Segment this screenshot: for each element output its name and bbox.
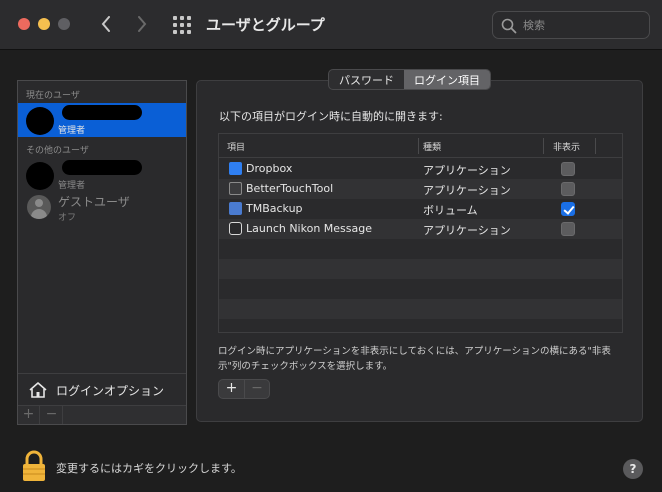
column-header-item[interactable]: 項目	[227, 140, 245, 153]
sidebar-item-current-user[interactable]: 管理者	[18, 103, 186, 137]
add-login-item-button[interactable]: +	[219, 380, 244, 398]
lock-message: 変更するにはカギをクリックします。	[56, 462, 242, 475]
user-role: 管理者	[58, 181, 86, 191]
guest-name: ゲストユーザ	[58, 195, 130, 209]
item-kind: ボリューム	[423, 204, 478, 217]
table-row[interactable]: BetterTouchTool アプリケーション	[219, 179, 622, 199]
column-header-kind[interactable]: 種類	[423, 140, 441, 153]
login-options-label: ログインオプション	[56, 384, 165, 398]
remove-user-button[interactable]: −	[41, 406, 63, 424]
close-window-button[interactable]	[18, 18, 30, 30]
house-icon	[29, 382, 47, 398]
lock-button[interactable]	[22, 450, 46, 486]
user-role: 管理者	[58, 126, 86, 136]
search-input[interactable]	[523, 16, 643, 34]
hide-checkbox[interactable]	[561, 222, 575, 236]
zoom-window-button[interactable]	[58, 18, 70, 30]
login-items-table: 項目 種類 非表示 Dropbox アプリケーション BetterTouchTo…	[218, 133, 623, 333]
user-sidebar: 現在のユーザ 管理者 その他のユーザ 管理者 ゲストユーザ オフ ログインオプシ…	[17, 80, 187, 425]
chevron-left-icon	[101, 16, 110, 32]
hide-instructions: ログイン時にアプリケーションを非表示にしておくには、アプリケーションの横にある"…	[218, 346, 611, 372]
empty-row	[219, 259, 622, 279]
hide-checkbox[interactable]	[561, 182, 575, 196]
back-button[interactable]	[94, 12, 118, 36]
login-items-add-remove: + −	[218, 379, 270, 399]
bettertouchtool-icon	[229, 182, 242, 195]
other-users-section-label: その他のユーザ	[26, 146, 89, 156]
table-row[interactable]: Launch Nikon Message アプリケーション	[219, 219, 622, 239]
login-items-intro: 以下の項目がログイン時に自動的に開きます:	[219, 110, 443, 123]
forward-button[interactable]	[130, 12, 154, 36]
item-kind: アプリケーション	[423, 224, 511, 237]
tab-login-items[interactable]: ログイン項目	[404, 70, 490, 89]
column-header-hide[interactable]: 非表示	[553, 140, 580, 153]
redacted-name	[62, 160, 142, 175]
empty-row	[219, 279, 622, 299]
avatar	[26, 162, 54, 190]
item-name: Dropbox	[246, 162, 293, 175]
search-icon	[501, 18, 517, 34]
volume-icon	[229, 202, 242, 215]
guest-status: オフ	[58, 213, 77, 223]
remove-login-item-button[interactable]: −	[244, 380, 269, 398]
lock-icon	[23, 450, 45, 481]
title-bar: ユーザとグループ	[0, 0, 662, 50]
message-icon	[229, 222, 242, 235]
empty-row	[219, 239, 622, 259]
table-header: 項目 種類 非表示	[219, 134, 622, 158]
current-user-section-label: 現在のユーザ	[26, 91, 80, 101]
item-kind: アプリケーション	[423, 164, 511, 177]
minimize-window-button[interactable]	[38, 18, 50, 30]
sidebar-add-remove-bar: + −	[18, 405, 186, 424]
hide-checkbox[interactable]	[561, 202, 575, 216]
window-title: ユーザとグループ	[206, 16, 325, 34]
table-row[interactable]: Dropbox アプリケーション	[219, 159, 622, 179]
show-all-grid-button[interactable]	[170, 14, 192, 36]
hide-checkbox[interactable]	[561, 162, 575, 176]
search-field[interactable]	[492, 11, 650, 39]
guest-avatar-icon	[27, 195, 51, 219]
item-name: BetterTouchTool	[246, 182, 334, 195]
chevron-right-icon	[138, 16, 147, 32]
tab-bar: パスワード ログイン項目	[328, 69, 491, 90]
tab-password[interactable]: パスワード	[329, 70, 404, 89]
empty-row	[219, 299, 622, 319]
help-button[interactable]: ?	[623, 459, 643, 479]
table-row[interactable]: TMBackup ボリューム	[219, 199, 622, 219]
login-options-button[interactable]: ログインオプション	[18, 373, 186, 405]
sidebar-item-other-user[interactable]: 管理者	[18, 158, 186, 192]
dropbox-icon	[229, 162, 242, 175]
add-user-button[interactable]: +	[18, 406, 40, 424]
footer: 変更するにはカギをクリックします。 ?	[0, 440, 662, 492]
item-kind: アプリケーション	[423, 184, 511, 197]
avatar	[26, 107, 54, 135]
redacted-name	[62, 105, 142, 120]
sidebar-item-guest-user[interactable]: ゲストユーザ オフ	[18, 192, 186, 226]
item-name: TMBackup	[246, 202, 303, 215]
item-name: Launch Nikon Message	[246, 222, 373, 235]
